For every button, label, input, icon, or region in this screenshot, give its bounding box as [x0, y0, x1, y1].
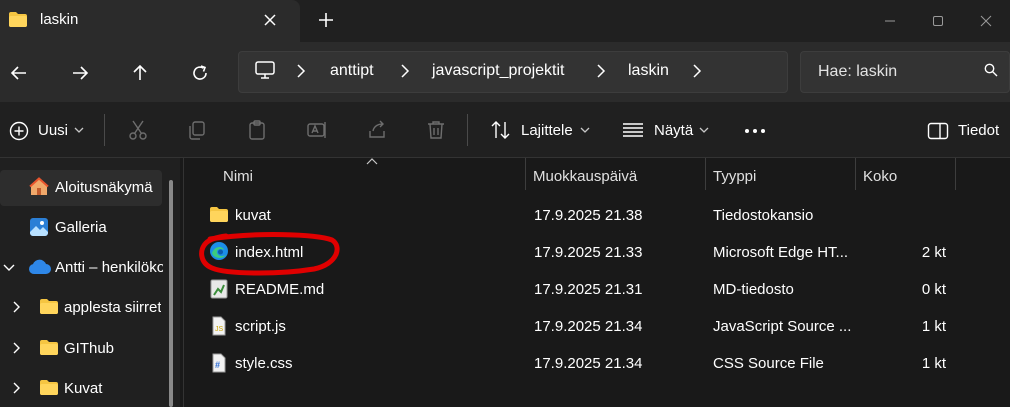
onedrive-cloud-icon	[28, 259, 52, 275]
file-size: 1 kt	[921, 318, 946, 335]
file-type: MD-tiedosto	[713, 281, 794, 298]
file-type: Tiedostokansio	[713, 207, 814, 224]
file-name: script.js	[235, 318, 286, 335]
gallery-icon	[28, 216, 50, 238]
up-arrow-icon[interactable]	[129, 62, 151, 84]
column-separator[interactable]	[705, 158, 706, 190]
maximize-button[interactable]	[914, 0, 962, 42]
file-date: 17.9.2025 21.34	[534, 355, 643, 372]
column-header-modified[interactable]: Muokkauspäivä	[533, 168, 637, 185]
chevron-down-icon[interactable]	[74, 126, 84, 134]
sidebar-item-label: Antti – henkilökohtainen	[55, 259, 163, 276]
svg-text:JS: JS	[215, 326, 224, 333]
delete-icon[interactable]	[425, 119, 447, 141]
folder-icon	[209, 206, 229, 223]
paste-icon[interactable]	[246, 119, 268, 141]
file-name: style.css	[235, 355, 293, 372]
markdown-file-icon	[209, 279, 229, 299]
rename-icon[interactable]	[306, 119, 328, 141]
folder-icon	[39, 379, 59, 396]
details-pane-icon[interactable]	[927, 122, 949, 140]
toolbar-separator	[467, 114, 468, 146]
breadcrumb-anttipt[interactable]: anttipt	[330, 62, 374, 80]
chevron-down-icon[interactable]	[699, 126, 709, 134]
folder-icon	[39, 339, 59, 356]
file-size: 1 kt	[921, 355, 946, 372]
column-separator[interactable]	[525, 158, 526, 190]
share-icon[interactable]	[366, 119, 388, 141]
svg-text:#: #	[215, 360, 220, 370]
column-header-type[interactable]: Tyyppi	[713, 168, 756, 185]
sidebar-item-label: Galleria	[55, 219, 107, 236]
file-date: 17.9.2025 21.33	[534, 244, 643, 261]
tab-title: laskin	[40, 11, 79, 28]
search-placeholder: Hae: laskin	[818, 63, 898, 80]
details-button[interactable]: Tiedot	[958, 122, 999, 139]
js-file-icon: JS	[209, 316, 229, 336]
chevron-right-icon[interactable]	[400, 62, 410, 80]
file-size: 0 kt	[921, 281, 946, 298]
sidebar-item-label: applesta siirretyt	[64, 299, 161, 316]
back-arrow-icon[interactable]	[8, 62, 30, 84]
close-icon[interactable]	[262, 12, 278, 28]
file-type: Microsoft Edge HT...	[713, 244, 849, 261]
sort-up-icon	[366, 158, 378, 166]
sort-button[interactable]: Lajittele	[521, 122, 573, 139]
forward-arrow-icon[interactable]	[69, 62, 91, 84]
sidebar-item-label: Kuvat	[64, 380, 103, 397]
file-date: 17.9.2025 21.31	[534, 281, 643, 298]
chevron-right-icon[interactable]	[596, 62, 606, 80]
cut-icon[interactable]	[127, 119, 149, 141]
pane-divider[interactable]	[183, 158, 184, 407]
breadcrumb-javascript-projektit[interactable]: javascript_projektit	[432, 62, 565, 80]
file-type: JavaScript Source ...	[713, 318, 852, 335]
sort-icon[interactable]	[490, 120, 512, 140]
column-header-name[interactable]: Nimi	[223, 168, 253, 185]
chevron-right-icon[interactable]	[692, 62, 702, 80]
new-button[interactable]: Uusi	[38, 122, 68, 139]
chevron-right-icon[interactable]	[296, 62, 306, 80]
file-date: 17.9.2025 21.38	[534, 207, 643, 224]
sidebar-scrollbar[interactable]	[169, 180, 173, 407]
refresh-icon[interactable]	[189, 62, 211, 84]
file-type: CSS Source File	[713, 355, 824, 372]
red-annotation-circle	[199, 232, 340, 276]
copy-icon[interactable]	[186, 119, 208, 141]
plus-icon[interactable]	[318, 12, 334, 28]
css-file-icon: #	[209, 353, 229, 373]
toolbar-separator	[104, 114, 105, 146]
file-date: 17.9.2025 21.34	[534, 318, 643, 335]
search-icon[interactable]	[984, 63, 998, 77]
new-plus-icon[interactable]	[9, 121, 29, 141]
computer-icon[interactable]	[254, 60, 276, 80]
column-header-size[interactable]: Koko	[863, 168, 897, 185]
sidebar-item-label: GIThub	[64, 340, 115, 357]
file-name: kuvat	[235, 207, 271, 224]
more-options-icon[interactable]	[744, 128, 766, 134]
file-name: README.md	[235, 281, 325, 298]
sidebar-item-label: Aloitusnäkymä	[55, 179, 153, 196]
column-separator[interactable]	[955, 158, 956, 190]
view-list-icon[interactable]	[622, 122, 644, 138]
chevron-down-icon[interactable]	[580, 126, 590, 134]
folder-icon	[8, 11, 28, 28]
minimize-button[interactable]	[866, 0, 914, 42]
close-window-button[interactable]	[962, 0, 1010, 42]
view-button[interactable]: Näytä	[654, 122, 693, 139]
folder-icon	[39, 298, 59, 315]
file-size: 2 kt	[921, 244, 946, 261]
home-icon	[28, 176, 50, 198]
column-separator[interactable]	[855, 158, 856, 190]
breadcrumb-laskin[interactable]: laskin	[628, 62, 669, 80]
